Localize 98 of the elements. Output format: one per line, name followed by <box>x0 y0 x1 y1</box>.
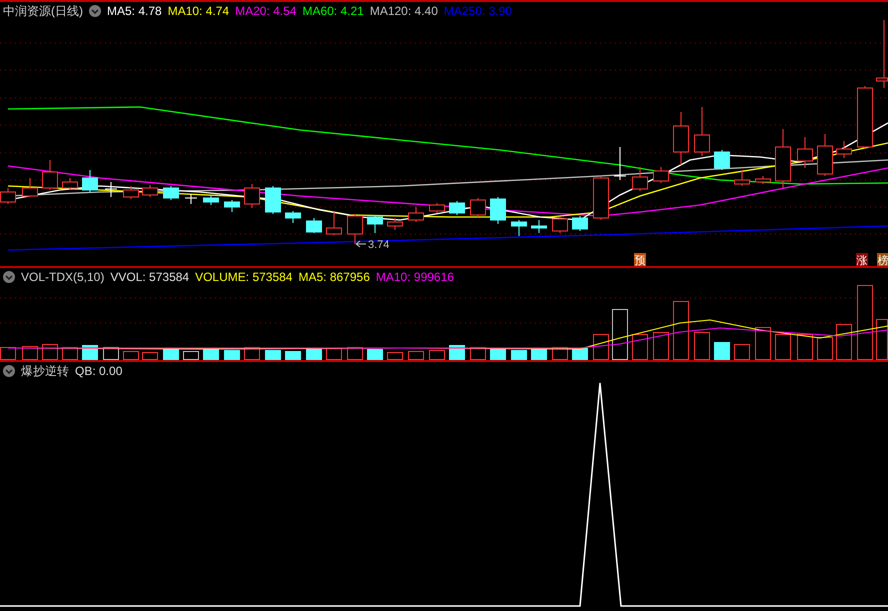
volume-bar <box>531 349 547 360</box>
volume-bar <box>163 349 179 360</box>
candlestick <box>244 184 260 208</box>
dropdown-icon[interactable] <box>89 5 101 17</box>
candlestick <box>490 196 506 224</box>
chart-title: 爆抄逆转 <box>21 363 69 379</box>
arrow-icon <box>356 240 366 248</box>
indicator-value: MA60: 4.21 <box>302 3 364 19</box>
candlestick <box>593 176 609 220</box>
candlestick <box>817 134 833 176</box>
candlestick <box>142 184 158 198</box>
volume-bar <box>22 346 38 360</box>
candlestick <box>673 112 689 166</box>
candlestick <box>367 214 383 234</box>
candlestick <box>653 166 669 184</box>
volume-bar <box>265 350 281 360</box>
volume-bar <box>734 344 750 360</box>
volume-bar <box>593 334 609 360</box>
indicator-value: MA10: 999616 <box>376 269 454 285</box>
candlestick <box>511 220 527 236</box>
candlestick <box>347 214 363 244</box>
volume-bar <box>203 349 219 360</box>
volume-bar <box>42 344 58 360</box>
candlestick <box>184 194 198 204</box>
candlestick <box>306 218 322 234</box>
volume-bar <box>694 332 710 360</box>
volume-bar <box>511 350 527 360</box>
candlestick <box>203 196 219 206</box>
volume-bar <box>572 348 588 360</box>
low-price-label: 3.74 <box>368 239 390 251</box>
signal-badge: 榜 <box>877 253 888 266</box>
dropdown-icon[interactable] <box>3 365 15 377</box>
candlestick <box>775 128 791 188</box>
volume-bar <box>326 348 342 360</box>
candlestick <box>449 200 465 216</box>
candlestick <box>123 186 139 200</box>
volume-bar <box>797 334 813 360</box>
volume-bar <box>367 349 383 360</box>
volume-bar <box>429 350 445 360</box>
candlestick <box>614 146 626 180</box>
volume-bar <box>142 352 158 360</box>
chart-title: 中润资源(日线) <box>3 3 83 19</box>
indicator-value: MA5: 4.78 <box>107 3 162 19</box>
volume-bar <box>836 324 852 360</box>
candlestick <box>755 176 771 184</box>
candlestick <box>387 218 403 230</box>
signal-badge: 涨 <box>856 253 868 266</box>
volume-bar <box>123 351 139 360</box>
candlestick <box>104 182 118 198</box>
indicator-value: MA120: 4.40 <box>370 3 438 19</box>
candlestick <box>531 220 547 234</box>
dropdown-icon[interactable] <box>3 271 15 283</box>
volume-bar <box>653 332 669 360</box>
candlestick <box>408 206 424 222</box>
volume-bar <box>183 351 199 360</box>
volume-bar <box>347 347 363 360</box>
candlestick <box>552 216 568 234</box>
candlestick <box>22 178 38 198</box>
volume-bar <box>387 352 403 360</box>
signal-badge: 预 <box>634 253 646 266</box>
candlestick <box>836 140 852 158</box>
volume-bar <box>632 334 648 360</box>
candlestick <box>734 170 750 186</box>
indicator-value: MA250: 3.90 <box>444 3 512 19</box>
indicator-value: VOLUME: 573584 <box>195 269 292 285</box>
volume-bar <box>490 348 506 360</box>
candlestick <box>714 150 730 170</box>
candlestick <box>285 210 301 224</box>
volume-bar <box>612 309 628 360</box>
candlestick <box>857 86 873 150</box>
candlestick <box>326 212 342 236</box>
chart-title: VOL-TDX(5,10) <box>21 269 104 285</box>
candlestick <box>62 178 78 190</box>
candlestick <box>694 106 710 156</box>
indicator-value: VVOL: 573584 <box>110 269 190 285</box>
indicator-value: QB: 0.00 <box>75 363 122 379</box>
candlestick <box>163 186 179 200</box>
volume-bar <box>775 334 791 360</box>
indicator-value: MA5: 867956 <box>298 269 370 285</box>
candlestick <box>429 202 445 214</box>
indicator-value: MA10: 4.74 <box>168 3 230 19</box>
volume-bar <box>755 327 771 360</box>
candlestick <box>572 216 588 232</box>
candlestick <box>632 166 648 192</box>
candlestick <box>224 200 240 212</box>
volume-bar <box>224 350 240 360</box>
volume-bar <box>306 349 322 360</box>
candlestick <box>265 186 281 214</box>
volume-bar <box>285 351 301 360</box>
volume-bar <box>673 301 689 360</box>
volume-bar <box>817 337 833 360</box>
candlestick <box>470 198 486 218</box>
volume-bar <box>714 342 730 360</box>
candlestick <box>42 160 58 190</box>
volume-bar <box>408 351 424 360</box>
candlestick <box>82 170 98 192</box>
candlestick <box>797 136 813 168</box>
indicator-value: MA20: 4.54 <box>235 3 296 19</box>
